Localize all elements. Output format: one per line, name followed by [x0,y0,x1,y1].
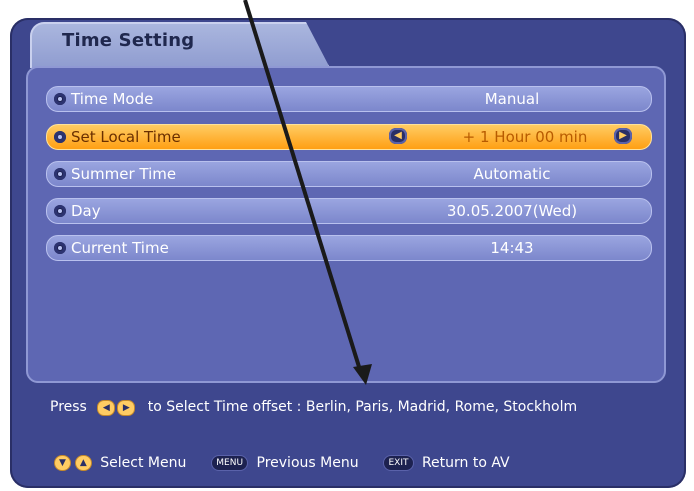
annotation-arrow-icon [243,0,372,385]
